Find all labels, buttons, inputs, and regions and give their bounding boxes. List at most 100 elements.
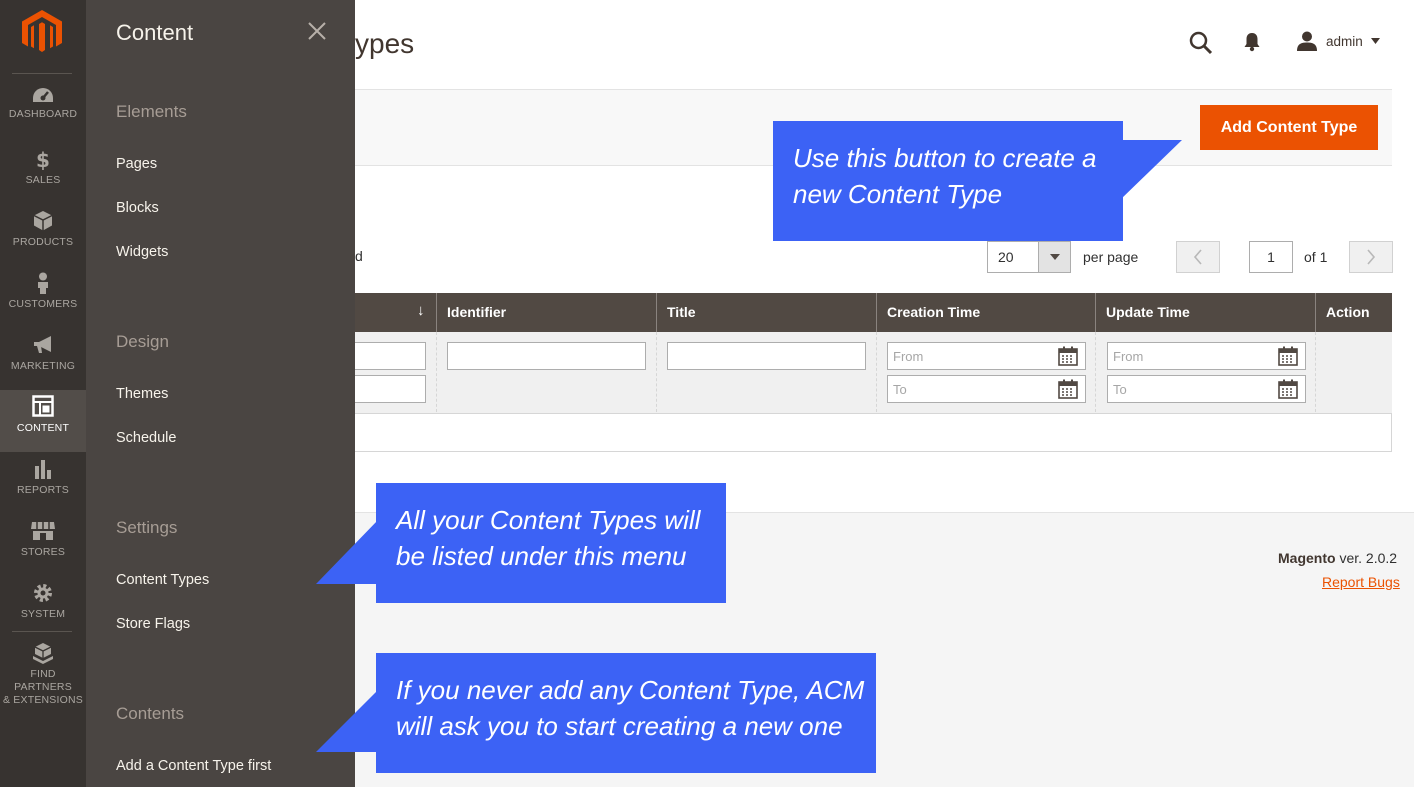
filter-update-to-input[interactable] (1107, 375, 1306, 403)
filter-identifier-input[interactable] (447, 342, 646, 370)
column-divider (656, 332, 657, 412)
boxes-icon (33, 643, 53, 664)
nav-label: SALES (25, 174, 61, 186)
nav-label: CONTENT (16, 422, 70, 434)
page-count: of 1 (1304, 249, 1328, 265)
nav-label: STORES (20, 546, 66, 558)
column-divider (436, 332, 437, 412)
previous-page-button[interactable] (1176, 241, 1220, 273)
chevron-down-icon[interactable] (1038, 242, 1070, 272)
nav-item-find-partners[interactable]: FIND PARTNERS & EXTENSIONS (0, 642, 86, 706)
nav-label: PRODUCTS (12, 236, 74, 248)
column-divider (1315, 332, 1316, 412)
nav-item-reports[interactable]: REPORTS (0, 458, 86, 520)
nav-item-sales[interactable]: $ SALES (0, 148, 86, 210)
bell-icon[interactable] (1243, 32, 1261, 57)
column-header-update-time[interactable]: Update Time (1095, 293, 1315, 332)
calendar-icon[interactable] (1278, 379, 1298, 399)
column-header-creation-time[interactable]: Creation Time (876, 293, 1095, 332)
footer-version: Magento ver. 2.0.2 (1278, 550, 1397, 566)
calendar-icon[interactable] (1058, 346, 1078, 366)
nav-label: CUSTOMERS (8, 298, 78, 310)
per-page-value: 20 (998, 249, 1014, 265)
admin-username: admin (1326, 33, 1363, 49)
records-found-text: d (355, 248, 363, 264)
submenu-item-content-types[interactable]: Content Types (116, 572, 209, 588)
submenu-item-blocks[interactable]: Blocks (116, 200, 159, 216)
report-bugs-link[interactable]: Report Bugs (1322, 574, 1400, 590)
chevron-right-icon (1367, 249, 1376, 265)
content-submenu: Content Elements Pages Blocks Widgets De… (86, 0, 355, 787)
nav-item-content[interactable]: CONTENT (0, 390, 86, 452)
user-icon (1297, 31, 1317, 51)
submenu-item-store-flags[interactable]: Store Flags (116, 616, 190, 632)
gear-icon (34, 584, 52, 602)
per-page-select[interactable]: 20 (987, 241, 1071, 273)
nav-divider (12, 631, 72, 632)
nav-label: DASHBOARD (8, 108, 78, 120)
sort-arrow-icon: ↓ (417, 302, 425, 319)
callout-empty: If you never add any Content Type, ACM w… (376, 653, 876, 773)
filter-creation-from-input[interactable] (887, 342, 1086, 370)
nav-label: MARKETING (10, 360, 76, 372)
filter-title-input[interactable] (667, 342, 866, 370)
bar-chart-icon (35, 460, 51, 479)
submenu-item-themes[interactable]: Themes (116, 386, 168, 402)
nav-label: REPORTS (17, 484, 69, 496)
callout-text: All your Content Types will be listed un… (396, 505, 701, 571)
admin-user-menu[interactable]: admin (1296, 30, 1380, 52)
filter-creation-to-input[interactable] (887, 375, 1086, 403)
column-header-identifier[interactable]: Identifier (436, 293, 656, 332)
submenu-title: Content (116, 20, 194, 45)
nav-item-products[interactable]: PRODUCTS (0, 210, 86, 272)
footer-brand: Magento (1278, 550, 1336, 566)
search-icon[interactable] (1189, 31, 1213, 60)
submenu-item-schedule[interactable]: Schedule (116, 430, 176, 446)
dollar-icon: $ (36, 148, 50, 170)
callout-menu: All your Content Types will be listed un… (376, 483, 726, 603)
submenu-group-contents: Contents (116, 704, 185, 723)
next-page-button[interactable] (1349, 241, 1393, 273)
column-header-action: Action (1315, 293, 1392, 332)
storefront-icon (31, 522, 55, 540)
svg-text:$: $ (36, 148, 50, 170)
close-icon[interactable] (306, 20, 328, 42)
column-header-title[interactable]: Title (656, 293, 876, 332)
submenu-group-design: Design (116, 332, 169, 351)
column-divider (1095, 332, 1096, 412)
cube-icon (33, 211, 53, 231)
nav-label: SYSTEM (20, 608, 66, 620)
nav-item-system[interactable]: SYSTEM (0, 582, 86, 644)
submenu-item-add-content-type-first[interactable]: Add a Content Type first (116, 758, 271, 774)
dashboard-icon (33, 88, 53, 102)
submenu-group-elements: Elements (116, 102, 187, 121)
admin-nav: DASHBOARD $ SALES PRODUCTS CUSTOMERS MAR… (0, 0, 86, 787)
nav-item-marketing[interactable]: MARKETING (0, 334, 86, 396)
nav-label: FIND PARTNERS & EXTENSIONS (2, 668, 83, 706)
add-content-type-button[interactable]: Add Content Type (1200, 105, 1378, 150)
layout-icon (32, 395, 54, 417)
nav-item-dashboard[interactable]: DASHBOARD (0, 86, 86, 148)
calendar-icon[interactable] (1058, 379, 1078, 399)
nav-item-customers[interactable]: CUSTOMERS (0, 272, 86, 334)
submenu-group-settings: Settings (116, 518, 178, 537)
grid-empty-row (355, 414, 1392, 452)
callout-text: Use this button to create a new Content … (793, 143, 1097, 209)
callout-pointer (316, 690, 378, 752)
submenu-item-widgets[interactable]: Widgets (116, 244, 168, 260)
filter-update-from-input[interactable] (1107, 342, 1306, 370)
per-page-label: per page (1083, 249, 1139, 265)
submenu-item-pages[interactable]: Pages (116, 156, 157, 172)
page-number-input[interactable] (1249, 241, 1293, 273)
calendar-icon[interactable] (1278, 346, 1298, 366)
column-header-id[interactable]: ↓ (355, 293, 436, 332)
megaphone-icon (34, 336, 51, 353)
footer-version-number: ver. 2.0.2 (1335, 550, 1398, 566)
callout-add-button: Use this button to create a new Content … (773, 121, 1123, 241)
nav-item-stores[interactable]: STORES (0, 520, 86, 582)
page-title: ypes (355, 28, 415, 59)
grid-header-row: ↓ Identifier Title Creation Time Update … (355, 293, 1392, 332)
callout-text: If you never add any Content Type, ACM w… (396, 675, 865, 741)
magento-logo[interactable] (22, 10, 62, 54)
person-icon (38, 272, 48, 294)
